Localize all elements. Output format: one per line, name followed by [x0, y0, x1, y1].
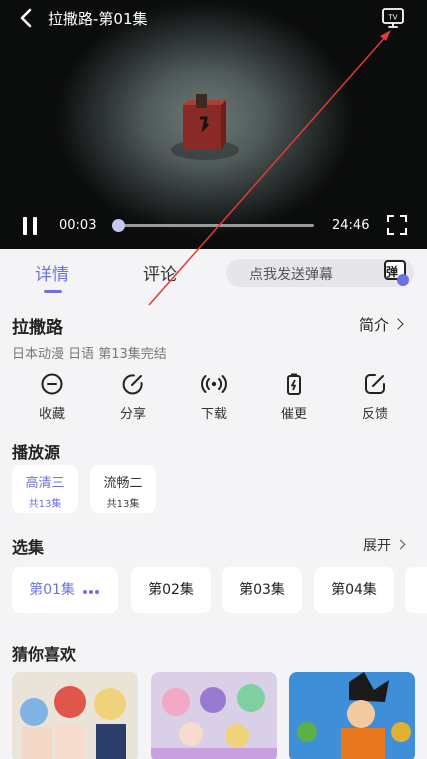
feedback-icon — [365, 374, 385, 394]
source-count: 共13集 — [28, 499, 62, 510]
favorite-button[interactable]: 收藏 — [22, 368, 82, 422]
video-player[interactable]: 拉撒路-第01集 TV 00:03 24:46 — [0, 0, 427, 249]
danmaku-toggle-button[interactable]: 弹 — [382, 256, 412, 286]
download-button[interactable]: 下载 — [184, 368, 244, 422]
danmaku-button-char: 弹 — [386, 265, 399, 279]
favorite-icon — [41, 373, 63, 395]
episode-next-partial[interactable] — [405, 567, 427, 613]
source-count: 共13集 — [106, 499, 140, 510]
video-title: 拉撒路-第01集 — [48, 10, 148, 28]
intro-label: 简介 — [359, 316, 390, 334]
sources-title: 播放源 — [12, 443, 61, 462]
recommend-thumbnail[interactable] — [12, 672, 138, 759]
tab-details[interactable]: 详情 — [35, 260, 69, 285]
danmaku-input[interactable]: 点我发送弹幕 弹 — [226, 259, 414, 287]
show-meta: 日本动漫 日语 第13集完结 — [12, 347, 167, 362]
player-controls: 00:03 24:46 — [0, 208, 427, 244]
source-smooth2[interactable]: 流畅二 共13集 — [90, 465, 156, 513]
episode-list[interactable]: 第01集 第02集 第03集 第04集 — [0, 567, 427, 615]
recommend-thumbnail[interactable] — [289, 672, 415, 759]
expand-label: 展开 — [363, 538, 391, 554]
source-name: 流畅二 — [103, 476, 143, 491]
expand-link[interactable]: 展开 — [363, 535, 406, 555]
episode-04[interactable]: 第04集 — [314, 567, 394, 613]
feedback-button[interactable]: 反馈 — [345, 368, 405, 422]
active-tab-indicator — [44, 290, 62, 293]
danmaku-placeholder: 点我发送弹幕 — [249, 267, 333, 283]
episode-02[interactable]: 第02集 — [131, 567, 211, 613]
tab-comments[interactable]: 评论 — [143, 260, 177, 285]
download-label: 下载 — [200, 407, 227, 422]
current-time: 00:03 — [59, 218, 97, 233]
intro-link[interactable]: 简介 — [359, 314, 404, 335]
tv-cast-icon[interactable]: TV — [381, 7, 405, 29]
download-icon — [201, 375, 227, 393]
urge-update-button[interactable]: 催更 — [264, 368, 324, 422]
tabs-row: 详情 评论 点我发送弹幕 弹 — [0, 249, 427, 301]
urge-update-icon — [287, 373, 301, 395]
danmaku-check-icon — [397, 274, 409, 286]
episode-label: 第02集 — [148, 582, 194, 598]
chevron-right-icon — [395, 539, 406, 550]
action-bar: 收藏 分享 下载 催更 反馈 — [0, 368, 427, 430]
urge-update-label: 催更 — [280, 407, 307, 422]
playing-indicator-icon — [82, 567, 101, 613]
total-time: 24:46 — [332, 218, 370, 233]
source-name: 高清三 — [25, 476, 65, 491]
recommend-thumbnail[interactable] — [151, 672, 277, 759]
tv-icon-label: TV — [387, 14, 397, 22]
episode-03[interactable]: 第03集 — [222, 567, 302, 613]
progress-slider[interactable] — [112, 219, 314, 232]
episode-label: 第03集 — [239, 582, 285, 598]
chevron-right-icon — [392, 318, 404, 330]
progress-knob[interactable] — [112, 219, 125, 232]
episode-01[interactable]: 第01集 — [12, 567, 118, 613]
share-label: 分享 — [119, 407, 146, 422]
share-icon — [122, 374, 143, 395]
share-button[interactable]: 分享 — [103, 368, 163, 422]
player-top-bar: 拉撒路-第01集 TV — [0, 0, 427, 38]
show-title: 拉撒路 — [12, 318, 63, 338]
source-hd3[interactable]: 高清三 共13集 — [12, 465, 78, 513]
episode-label: 第01集 — [29, 582, 75, 598]
pause-icon[interactable] — [18, 216, 42, 236]
episodes-title: 选集 — [12, 538, 45, 557]
back-arrow-icon[interactable] — [16, 7, 38, 29]
favorite-label: 收藏 — [38, 407, 65, 422]
fullscreen-icon[interactable] — [387, 215, 407, 235]
feedback-label: 反馈 — [361, 407, 388, 422]
episode-label: 第04集 — [331, 582, 377, 598]
recommend-title: 猜你喜欢 — [12, 645, 77, 664]
